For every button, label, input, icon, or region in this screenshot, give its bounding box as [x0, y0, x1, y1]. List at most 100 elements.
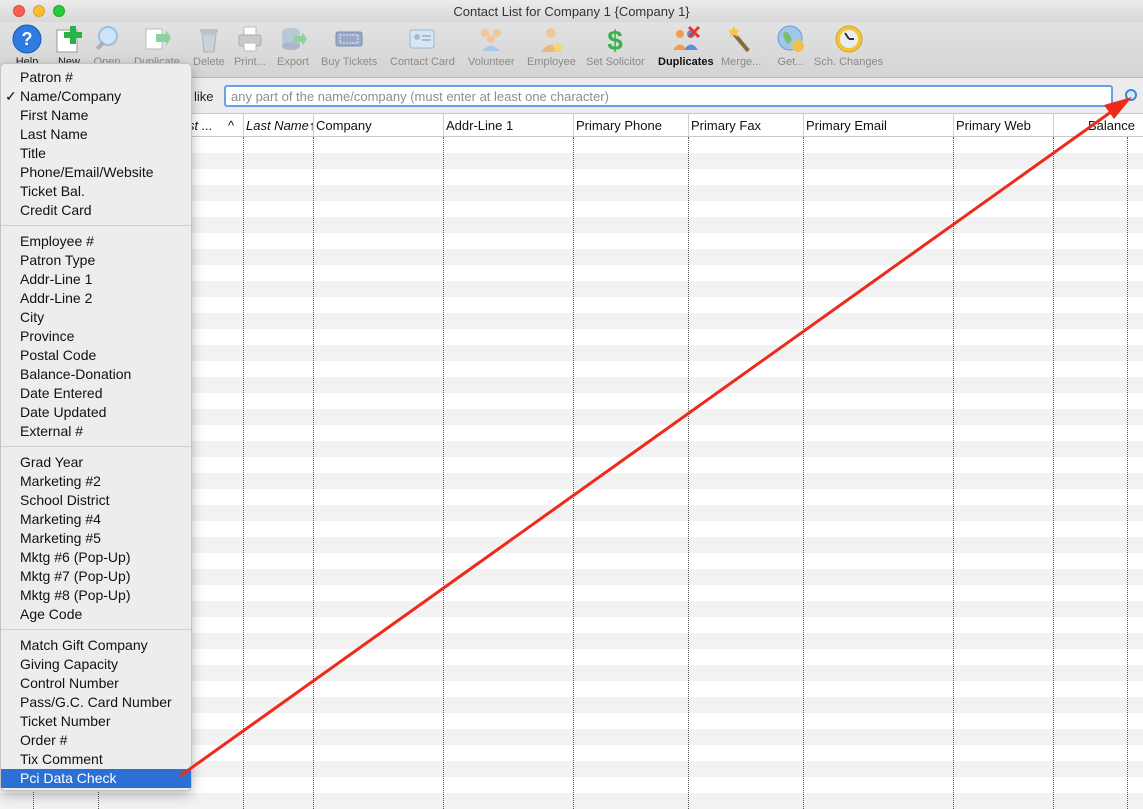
column-header-primary-fax[interactable]: Primary Fax	[691, 118, 801, 133]
menu-item-name-company[interactable]: ✓ Name/Company	[1, 87, 191, 106]
duplicate-button[interactable]: Duplicate	[134, 24, 180, 68]
print-button[interactable]: Print...	[234, 24, 266, 68]
menu-item-credit-card[interactable]: Credit Card	[1, 201, 191, 220]
menu-item-city[interactable]: City	[1, 308, 191, 327]
search-operator-label: like	[194, 89, 214, 104]
menu-item-label: Grad Year	[20, 454, 84, 470]
menu-item-school-district[interactable]: School District	[1, 491, 191, 510]
menu-item-marketing-4[interactable]: Marketing #4	[1, 510, 191, 529]
column-header-primary-web[interactable]: Primary Web	[956, 118, 1051, 133]
menu-item-postal-code[interactable]: Postal Code	[1, 346, 191, 365]
print-icon	[238, 26, 262, 52]
menu-item-patron[interactable]: Patron #	[1, 68, 191, 87]
delete-button[interactable]: Delete	[193, 24, 225, 68]
menu-item-employee[interactable]: Employee #	[1, 232, 191, 251]
menu-item-ticket-bal[interactable]: Ticket Bal.	[1, 182, 191, 201]
open-button[interactable]: Open	[92, 24, 122, 68]
get-button[interactable]: Get...	[776, 24, 806, 68]
menu-item-grad-year[interactable]: Grad Year	[1, 453, 191, 472]
merge-button[interactable]: Merge...	[721, 24, 761, 68]
contact-card-button[interactable]: Contact Card	[390, 24, 455, 68]
title-bar: Contact List for Company 1 {Company 1}	[0, 0, 1143, 22]
menu-item-label: Phone/Email/Website	[20, 164, 154, 180]
menu-item-date-entered[interactable]: Date Entered	[1, 384, 191, 403]
column-header-last-name[interactable]: Last Name↑	[246, 118, 314, 133]
menu-item-mktg-8-pop-up[interactable]: Mktg #8 (Pop-Up)	[1, 586, 191, 605]
column-header-company[interactable]: Company	[316, 118, 441, 133]
sort-indicator[interactable]: ^	[228, 118, 240, 133]
menu-item-external[interactable]: External #	[1, 422, 191, 441]
wand-icon	[728, 26, 751, 53]
search-input[interactable]	[224, 85, 1113, 107]
menu-item-label: Order #	[20, 732, 68, 748]
menu-item-mktg-6-pop-up[interactable]: Mktg #6 (Pop-Up)	[1, 548, 191, 567]
export-icon	[281, 28, 307, 50]
duplicates-button[interactable]: Duplicates	[658, 24, 714, 68]
menu-item-label: Patron #	[20, 69, 73, 85]
menu-item-label: Age Code	[20, 606, 83, 622]
svg-text:$: $	[608, 25, 624, 54]
menu-item-title[interactable]: Title	[1, 144, 191, 163]
add-icon	[56, 26, 82, 53]
menu-item-label: Credit Card	[20, 202, 92, 218]
menu-item-marketing-5[interactable]: Marketing #5	[1, 529, 191, 548]
column-header-first-name[interactable]: st ...	[188, 118, 226, 133]
buy-tickets-button[interactable]: Buy Tickets	[321, 24, 377, 68]
search-icon[interactable]	[1118, 86, 1140, 108]
menu-item-province[interactable]: Province	[1, 327, 191, 346]
duplicates-icon	[672, 25, 700, 50]
menu-item-label: Marketing #2	[20, 473, 101, 489]
trash-icon	[199, 29, 218, 53]
menu-separator	[1, 629, 191, 630]
menu-item-match-gift-company[interactable]: Match Gift Company	[1, 636, 191, 655]
column-header-addr-line-1[interactable]: Addr-Line 1	[446, 118, 571, 133]
menu-item-label: Postal Code	[20, 347, 97, 363]
menu-item-pci-data-check[interactable]: Pci Data Check	[1, 769, 191, 788]
menu-separator	[1, 446, 191, 447]
menu-item-label: Mktg #7 (Pop-Up)	[20, 568, 131, 584]
menu-item-giving-capacity[interactable]: Giving Capacity	[1, 655, 191, 674]
contact-list-window: Contact List for Company 1 {Company 1} ?…	[0, 0, 1143, 809]
menu-item-marketing-2[interactable]: Marketing #2	[1, 472, 191, 491]
menu-item-ticket-number[interactable]: Ticket Number	[1, 712, 191, 731]
menu-item-pass-g-c-card-number[interactable]: Pass/G.C. Card Number	[1, 693, 191, 712]
menu-item-date-updated[interactable]: Date Updated	[1, 403, 191, 422]
menu-item-patron-type[interactable]: Patron Type	[1, 251, 191, 270]
menu-item-addr-line-1[interactable]: Addr-Line 1	[1, 270, 191, 289]
menu-item-mktg-7-pop-up[interactable]: Mktg #7 (Pop-Up)	[1, 567, 191, 586]
help-button[interactable]: ? Help	[12, 24, 42, 68]
menu-item-label: Date Updated	[20, 404, 107, 420]
menu-item-tix-comment[interactable]: Tix Comment	[1, 750, 191, 769]
column-header-primary-phone[interactable]: Primary Phone	[576, 118, 686, 133]
menu-item-first-name[interactable]: First Name	[1, 106, 191, 125]
menu-item-control-number[interactable]: Control Number	[1, 674, 191, 693]
menu-item-label: School District	[20, 492, 110, 508]
menu-item-order[interactable]: Order #	[1, 731, 191, 750]
column-header-balance[interactable]: Balance	[1088, 118, 1138, 133]
menu-item-label: Ticket Bal.	[20, 183, 85, 199]
menu-item-last-name[interactable]: Last Name	[1, 125, 191, 144]
menu-item-label: Pass/G.C. Card Number	[20, 694, 172, 710]
set-solicitor-button[interactable]: $ Set Solicitor	[586, 24, 645, 68]
column-header-primary-email[interactable]: Primary Email	[806, 118, 951, 133]
menu-item-label: Name/Company	[20, 88, 122, 104]
menu-item-label: First Name	[20, 107, 89, 123]
menu-item-label: City	[20, 309, 45, 325]
menu-item-label: External #	[20, 423, 84, 439]
export-button[interactable]: Export	[277, 24, 309, 68]
menu-item-label: Balance-Donation	[20, 366, 132, 382]
volunteer-button[interactable]: Volunteer	[468, 24, 514, 68]
menu-item-balance-donation[interactable]: Balance-Donation	[1, 365, 191, 384]
employee-button[interactable]: Employee	[527, 24, 576, 68]
menu-item-age-code[interactable]: Age Code	[1, 605, 191, 624]
menu-item-phone-email-website[interactable]: Phone/Email/Website	[1, 163, 191, 182]
menu-item-label: Mktg #8 (Pop-Up)	[20, 587, 131, 603]
menu-item-label: Mktg #6 (Pop-Up)	[20, 549, 131, 565]
menu-item-addr-line-2[interactable]: Addr-Line 2	[1, 289, 191, 308]
menu-item-label: Date Entered	[20, 385, 103, 401]
table-row[interactable]	[0, 793, 1143, 809]
help-icon: ?	[12, 24, 42, 54]
new-button[interactable]: New	[54, 24, 84, 68]
menu-item-label: Province	[20, 328, 75, 344]
schedule-changes-button[interactable]: Sch. Changes	[814, 24, 883, 68]
